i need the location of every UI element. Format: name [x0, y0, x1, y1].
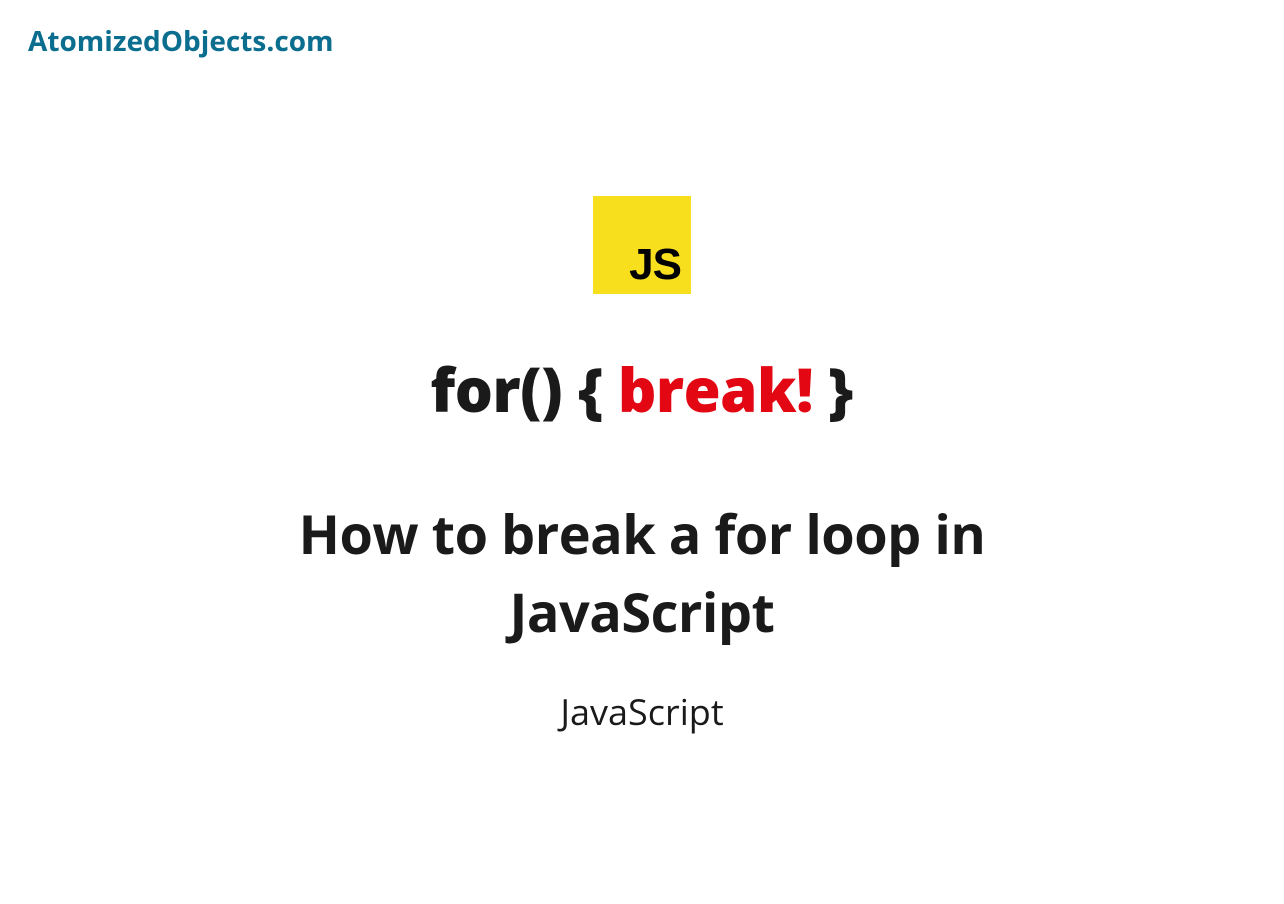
article-category: JavaScript: [560, 687, 723, 736]
site-brand[interactable]: AtomizedObjects.com: [28, 22, 334, 60]
code-snippet: for() { break! }: [430, 348, 853, 430]
code-highlight: break!: [618, 348, 813, 430]
code-suffix: }: [813, 348, 854, 430]
js-logo-text: JS: [629, 240, 681, 290]
code-prefix: for() {: [430, 348, 617, 430]
article-title: How to break a for loop in JavaScript: [192, 494, 1092, 651]
js-logo-icon: JS: [593, 196, 691, 294]
main-content: JS for() { break! } How to break a for l…: [0, 196, 1284, 736]
